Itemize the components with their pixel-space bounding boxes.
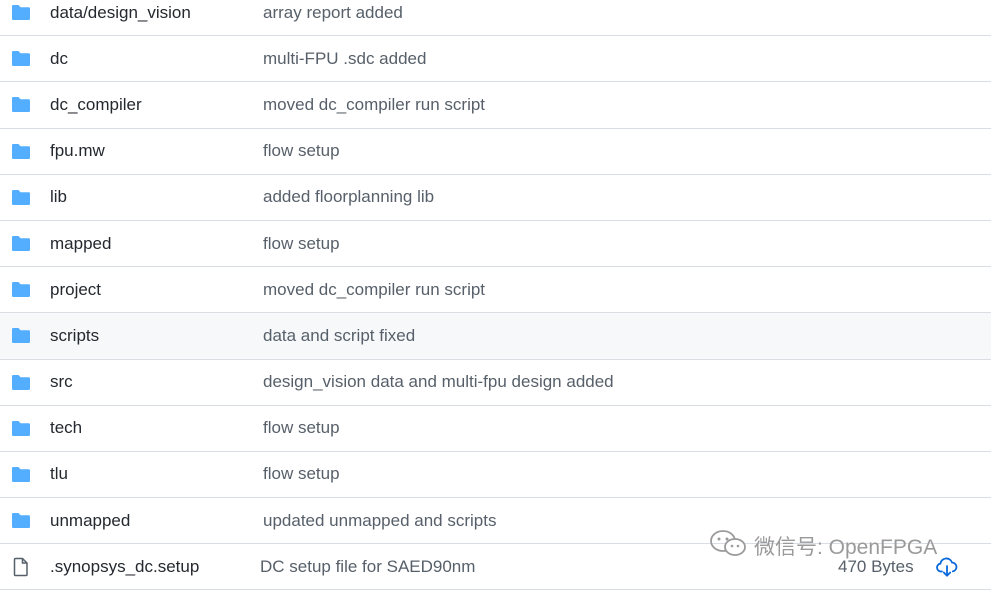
list-item[interactable]: project moved dc_compiler run script [0,267,991,314]
folder-icon [10,95,32,115]
commit-message-link[interactable]: moved dc_compiler run script [263,280,485,300]
watermark: 微信号: OpenFPGA [708,530,937,562]
folder-icon [10,49,32,69]
commit-message-link[interactable]: array report added [263,3,403,23]
item-name-link[interactable]: src [50,372,73,392]
item-name-link[interactable]: .synopsys_dc.setup [50,557,199,577]
folder-icon [10,372,32,392]
item-name-link[interactable]: scripts [50,326,99,346]
commit-message-link[interactable]: design_vision data and multi-fpu design … [263,372,614,392]
item-name-link[interactable]: dc_compiler [50,95,142,115]
item-name-link[interactable]: lib [50,187,67,207]
commit-message-link[interactable]: flow setup [263,464,340,484]
commit-message-link[interactable]: flow setup [263,418,340,438]
commit-message-link[interactable]: moved dc_compiler run script [263,95,485,115]
folder-icon [10,234,32,254]
list-item[interactable]: lib added floorplanning lib [0,174,991,221]
item-name-link[interactable]: tech [50,418,82,438]
commit-message-link[interactable]: added floorplanning lib [263,187,434,207]
commit-message-link[interactable]: flow setup [263,234,340,254]
folder-icon [10,187,32,207]
list-item[interactable]: data/design_vision array report added [0,0,991,37]
cloud-download-icon[interactable] [936,557,958,577]
list-item[interactable]: fpu.mw flow setup [0,128,991,175]
folder-icon [10,418,32,438]
item-name-link[interactable]: unmapped [50,511,130,531]
folder-icon [10,511,32,531]
list-item[interactable]: dc_compiler moved dc_compiler run script [0,82,991,129]
list-item[interactable]: dc multi-FPU .sdc added [0,36,991,83]
file-list: data/design_vision array report added dc… [0,0,991,591]
folder-icon [10,3,32,23]
folder-icon [10,280,32,300]
folder-icon [10,141,32,161]
list-item[interactable]: tlu flow setup [0,451,991,499]
commit-message-link[interactable]: DC setup file for SAED90nm [260,557,475,577]
item-name-link[interactable]: dc [50,49,68,69]
item-name-link[interactable]: project [50,280,101,300]
commit-message-link[interactable]: flow setup [263,141,340,161]
item-name-link[interactable]: mapped [50,234,111,254]
list-item[interactable]: src design_vision data and multi-fpu des… [0,359,991,406]
item-name-link[interactable]: tlu [50,464,68,484]
commit-message-link[interactable]: updated unmapped and scripts [263,511,496,531]
watermark-text: 微信号: OpenFPGA [754,536,938,559]
list-item[interactable]: scripts data and script fixed [0,313,991,360]
file-icon [10,557,32,577]
wechat-icon [708,528,748,564]
item-name-link[interactable]: fpu.mw [50,141,105,161]
list-item[interactable]: tech flow setup [0,405,991,452]
folder-icon [10,464,32,484]
commit-message-link[interactable]: multi-FPU .sdc added [263,49,426,69]
list-item[interactable]: mapped flow setup [0,220,991,268]
folder-icon [10,326,32,346]
commit-message-link[interactable]: data and script fixed [263,326,415,346]
item-name-link[interactable]: data/design_vision [50,3,191,23]
